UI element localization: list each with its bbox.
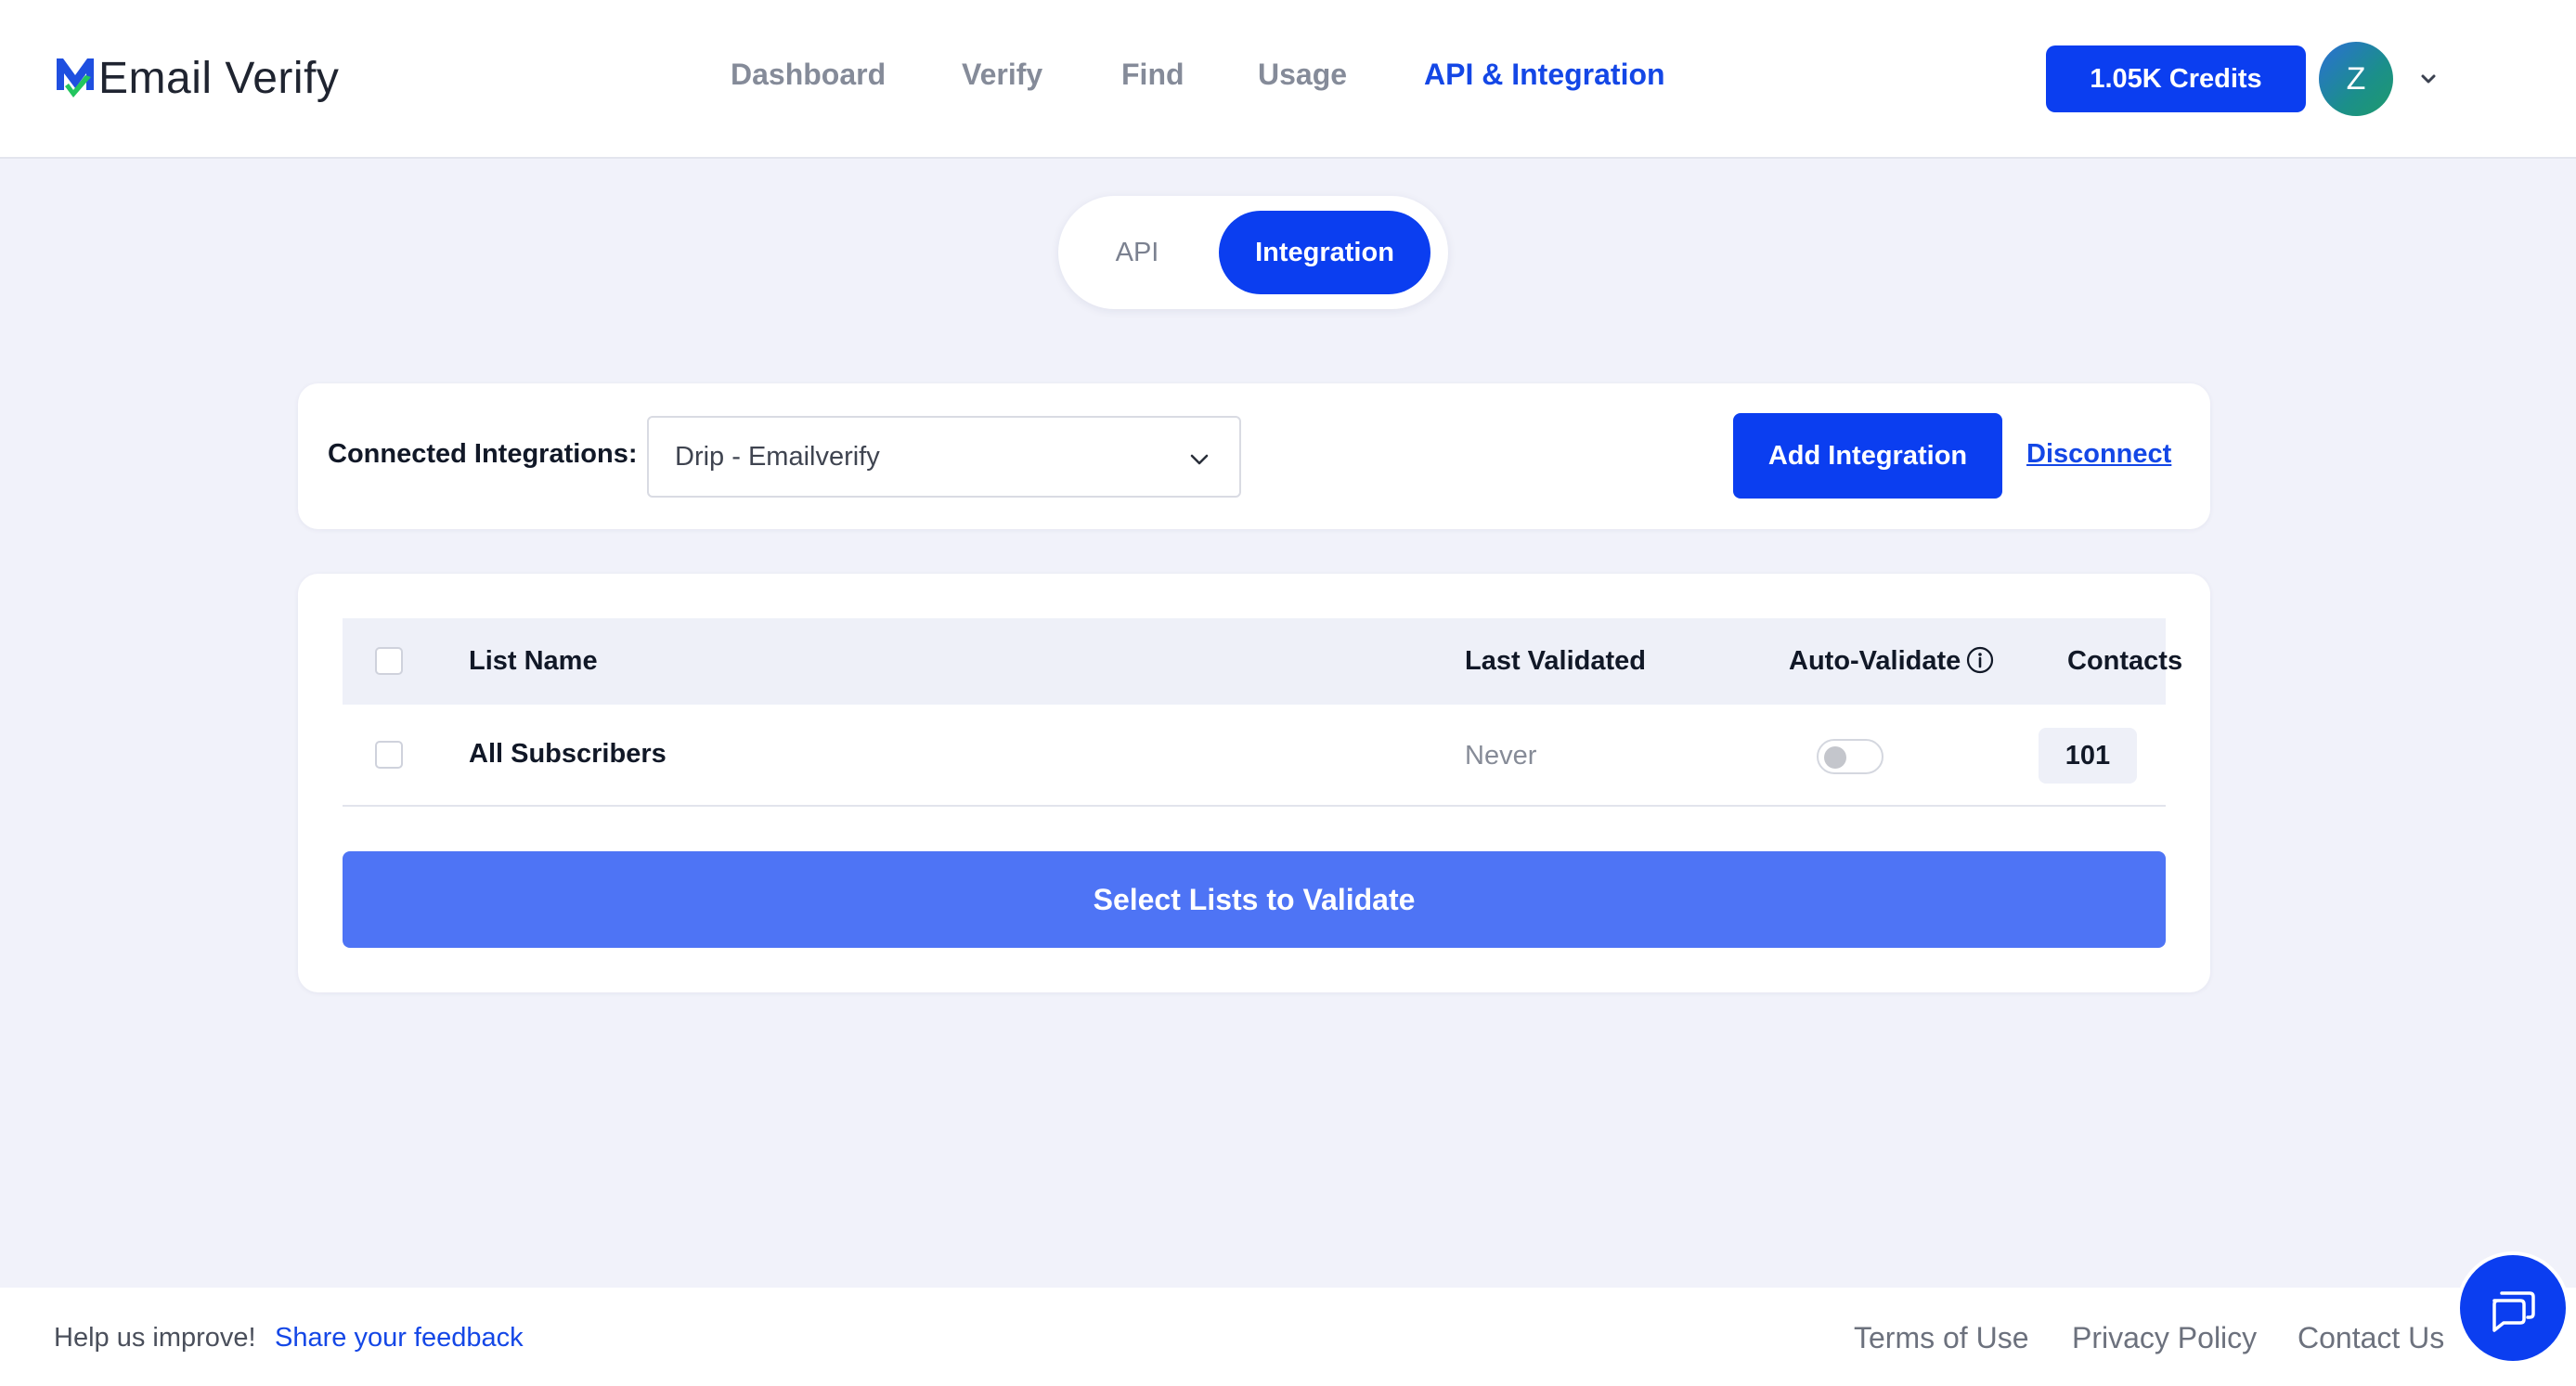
chevron-down-icon (1190, 454, 1209, 465)
table-header: List Name Last Validated Auto-Validate C… (343, 618, 2182, 705)
table-row: All Subscribers Never 101 (343, 705, 2166, 807)
footer: Help us improve! Share your feedback Ter… (0, 1288, 2576, 1386)
share-feedback-link[interactable]: Share your feedback (275, 1323, 524, 1354)
toggle-knob (1824, 746, 1846, 769)
disconnect-link[interactable]: Disconnect (2026, 439, 2171, 470)
api-integration-tabs: API Integration (1058, 196, 1448, 309)
nav-dashboard[interactable]: Dashboard (731, 58, 886, 92)
terms-of-use-link[interactable]: Terms of Use (1854, 1321, 2028, 1355)
header-list-name: List Name (469, 646, 598, 676)
nav-api-integration[interactable]: API & Integration (1424, 58, 1665, 92)
last-validated-cell: Never (1465, 741, 1537, 771)
top-header: Email Verify Dashboard Verify Find Usage… (0, 0, 2576, 159)
contacts-count-badge: 101 (2039, 728, 2137, 784)
header-auto-validate-label: Auto-Validate (1789, 646, 1961, 676)
auto-validate-toggle[interactable] (1817, 739, 1883, 774)
add-integration-button[interactable]: Add Integration (1733, 413, 2002, 499)
nav-find[interactable]: Find (1121, 58, 1184, 92)
integration-select[interactable]: Drip - Emailverify (647, 416, 1241, 498)
chat-icon (2492, 1291, 2535, 1332)
chevron-down-icon[interactable] (2418, 69, 2439, 89)
info-icon[interactable] (1966, 646, 1994, 674)
tab-integration[interactable]: Integration (1219, 211, 1430, 294)
select-lists-to-validate-button[interactable]: Select Lists to Validate (343, 851, 2166, 948)
integration-select-value: Drip - Emailverify (675, 442, 880, 472)
connected-integrations-label: Connected Integrations: (328, 439, 638, 469)
avatar[interactable]: Z (2319, 42, 2393, 116)
header-last-validated: Last Validated (1465, 646, 1647, 676)
header-auto-validate: Auto-Validate (1789, 646, 1994, 677)
header-contacts: Contacts (2067, 646, 2183, 676)
select-all-checkbox[interactable] (375, 647, 403, 675)
contact-us-link[interactable]: Contact Us (2298, 1321, 2444, 1355)
tab-api[interactable]: API (1086, 211, 1188, 294)
row-checkbox[interactable] (375, 741, 403, 769)
privacy-policy-link[interactable]: Privacy Policy (2072, 1321, 2257, 1355)
help-text: Help us improve! (54, 1323, 256, 1353)
credits-button[interactable]: 1.05K Credits (2046, 45, 2306, 112)
list-name-cell: All Subscribers (469, 739, 667, 769)
chat-button[interactable] (2456, 1251, 2570, 1365)
connected-integrations-card: Connected Integrations: Drip - Emailveri… (298, 383, 2210, 529)
nav-usage[interactable]: Usage (1258, 58, 1347, 92)
lists-card: List Name Last Validated Auto-Validate C… (298, 574, 2210, 992)
nav-verify[interactable]: Verify (962, 58, 1042, 92)
